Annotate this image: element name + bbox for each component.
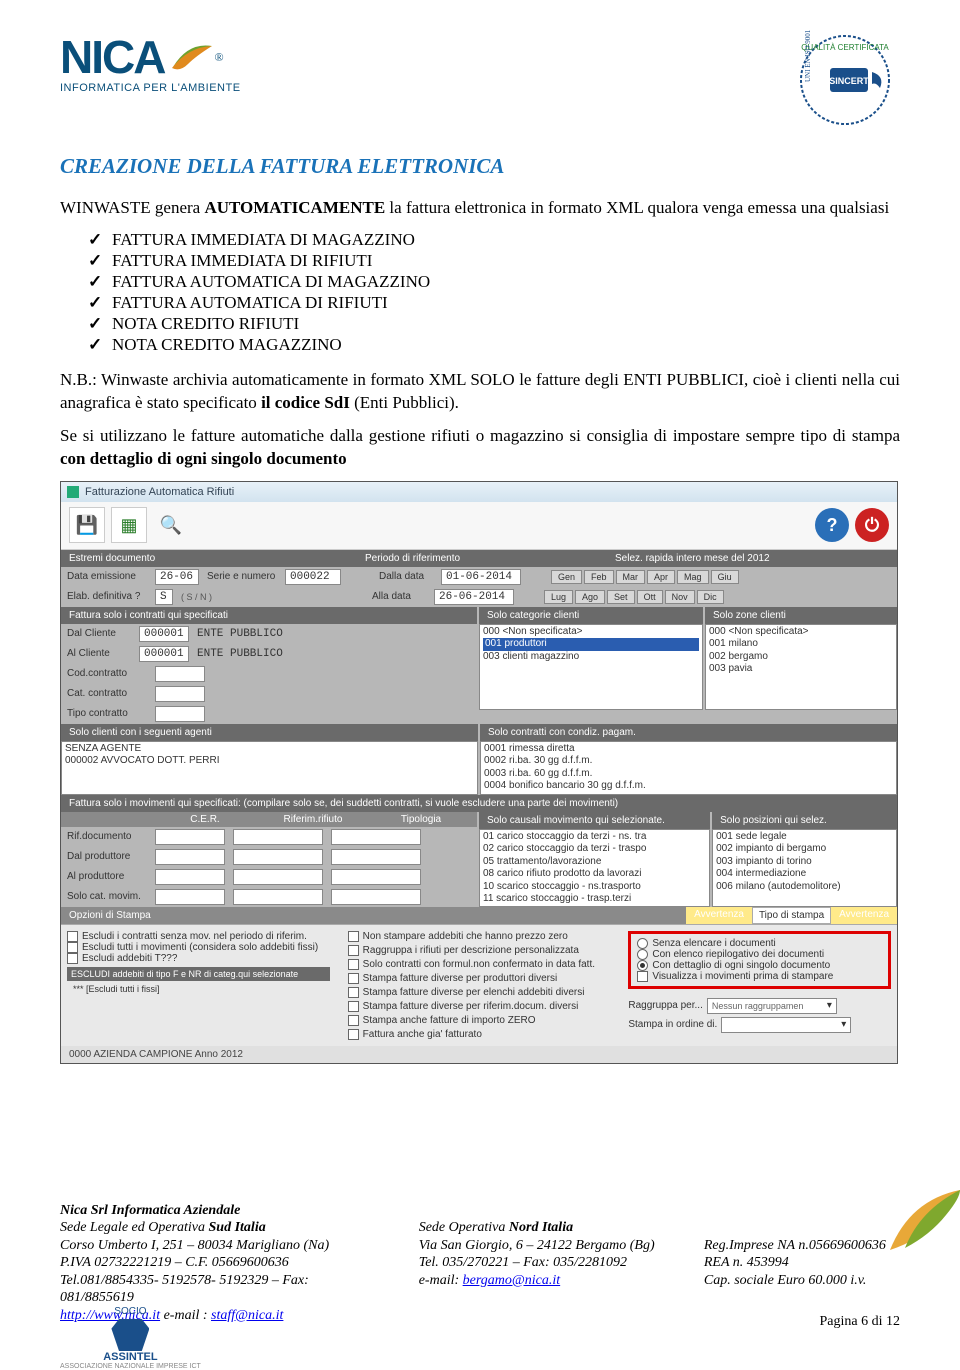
- month-button[interactable]: Ago: [575, 590, 605, 604]
- excel-icon[interactable]: ▦: [111, 507, 147, 543]
- radio-option[interactable]: Con elenco riepilogativo dei documenti: [637, 949, 882, 960]
- causali-listbox[interactable]: 01 carico stoccaggio da terzi - ns. tra0…: [479, 829, 710, 907]
- search-icon[interactable]: 🔍: [153, 507, 189, 543]
- month-button[interactable]: Mar: [616, 570, 646, 584]
- page-header: NICA ® INFORMATICA PER L'AMBIENTE QUALIT…: [0, 0, 960, 140]
- checkbox-option[interactable]: Stampa anche fatture di importo ZERO: [348, 1015, 611, 1026]
- checklist-item: FATTURA AUTOMATICA DI MAGAZZINO: [88, 272, 900, 292]
- to-date-input[interactable]: 26-06-2014: [434, 589, 514, 605]
- category-listbox[interactable]: 000 <Non specificata>001 produttori003 c…: [479, 624, 703, 710]
- elab-label: Elab. definitiva ?: [67, 591, 147, 602]
- advice-paragraph: Se si utilizzano le fatture automatiche …: [60, 425, 900, 471]
- company-name: Nica Srl Informatica Aziendale: [60, 1202, 900, 1220]
- month-button[interactable]: Nov: [665, 590, 695, 604]
- intro-paragraph: WINWASTE genera AUTOMATICAMENTE la fattu…: [60, 197, 900, 220]
- svg-text:UNI EN ISO 9001/2008: UNI EN ISO 9001/2008: [804, 30, 812, 82]
- to-client-code[interactable]: 000001: [139, 646, 189, 662]
- power-icon[interactable]: ⏻: [855, 508, 889, 542]
- logo-nica: NICA ® INFORMATICA PER L'AMBIENTE: [60, 30, 241, 94]
- checkbox-option[interactable]: Stampa fatture diverse per produttori di…: [348, 973, 611, 984]
- toolbar: 💾 ▦ 🔍 ? ⏻: [61, 502, 897, 550]
- checkbox-option[interactable]: Solo contratti con formul.non confermato…: [348, 959, 611, 970]
- month-button[interactable]: Ott: [637, 590, 663, 604]
- to-client-name: ENTE PUBBLICO: [197, 648, 283, 660]
- from-client-label: Dal Cliente: [67, 628, 131, 639]
- document-body: CREAZIONE DELLA FATTURA ELETTRONICA WINW…: [0, 154, 960, 1064]
- to-date-label: Alla data: [372, 591, 426, 602]
- checklist-item: NOTA CREDITO RIFIUTI: [88, 314, 900, 334]
- radio-option[interactable]: Senza elencare i documenti: [637, 938, 882, 949]
- to-client-label: Al Cliente: [67, 648, 131, 659]
- series-input[interactable]: 000022: [285, 569, 341, 585]
- checklist-item: FATTURA AUTOMATICA DI RIFIUTI: [88, 293, 900, 313]
- agents-listbox[interactable]: SENZA AGENTE000002 AVVOCATO DOTT. PERRI: [61, 741, 478, 795]
- nb-paragraph: N.B.: Winwaste archivia automaticamente …: [60, 369, 900, 415]
- leaf-decoration-icon: [870, 1180, 960, 1270]
- help-icon[interactable]: ?: [815, 508, 849, 542]
- from-client-name: ENTE PUBBLICO: [197, 628, 283, 640]
- checkbox-option[interactable]: Raggruppa i rifiuti per descrizione pers…: [348, 945, 611, 956]
- leaf-icon: [168, 42, 214, 72]
- checkbox-option[interactable]: Stampa fatture diverse per elenchi addeb…: [348, 987, 611, 998]
- email-bergamo-link[interactable]: bergamo@nica.it: [463, 1273, 561, 1288]
- payment-listbox[interactable]: 0001 rimessa diretta0002 ri.ba. 30 gg d.…: [480, 741, 897, 795]
- logo-subtitle: INFORMATICA PER L'AMBIENTE: [60, 82, 241, 94]
- date-emission-input[interactable]: 26-06: [155, 569, 199, 585]
- from-client-code[interactable]: 000001: [139, 626, 189, 642]
- checkbox-option[interactable]: Stampa fatture diverse per riferim.docum…: [348, 1001, 611, 1012]
- month-button[interactable]: Dic: [697, 590, 724, 604]
- month-button[interactable]: Apr: [647, 570, 675, 584]
- window-icon: [67, 486, 79, 498]
- month-button[interactable]: Gen: [551, 570, 582, 584]
- checklist-item: NOTA CREDITO MAGAZZINO: [88, 335, 900, 355]
- groupby-dropdown[interactable]: Nessun raggruppamen▾: [707, 998, 837, 1014]
- date-emission-label: Data emissione: [67, 571, 147, 582]
- from-date-label: Dalla data: [379, 571, 433, 582]
- month-button[interactable]: Mag: [677, 570, 709, 584]
- series-label: Serie e numero: [207, 571, 277, 582]
- iso-cert-seal: QUALITÀ CERTIFICATA UNI EN ISO 9001/2008…: [790, 30, 900, 130]
- window-titlebar: Fatturazione Automatica Rifiuti: [61, 482, 897, 502]
- month-button[interactable]: Giu: [711, 570, 739, 584]
- checkbox-option[interactable]: Fattura anche gia' fatturato: [348, 1029, 611, 1040]
- checkbox-option[interactable]: Visualizza i movimenti prima di stampare: [637, 971, 882, 982]
- window-title: Fatturazione Automatica Rifiuti: [85, 486, 234, 498]
- checklist-item: FATTURA IMMEDIATA DI MAGAZZINO: [88, 230, 900, 250]
- svg-text:QUALITÀ CERTIFICATA: QUALITÀ CERTIFICATA: [801, 43, 889, 52]
- checkbox-option[interactable]: Non stampare addebiti che hanno prezzo z…: [348, 931, 611, 942]
- checkbox-option[interactable]: Escludi i contratti senza mov. nel perio…: [67, 931, 330, 942]
- assintel-logo: SOCIO ASSINTEL ASSOCIAZIONE NAZIONALE IM…: [60, 1306, 201, 1370]
- save-icon[interactable]: 💾: [69, 507, 105, 543]
- checkbox-option[interactable]: Escludi tutti i movimenti (considera sol…: [67, 942, 330, 953]
- svg-text:SINCERT: SINCERT: [829, 76, 869, 86]
- section-title: CREAZIONE DELLA FATTURA ELETTRONICA: [60, 154, 900, 179]
- checklist-item: FATTURA IMMEDIATA DI RIFIUTI: [88, 251, 900, 271]
- radio-option[interactable]: Con dettaglio di ogni singolo documento: [637, 960, 882, 971]
- status-bar: 0000 AZIENDA CAMPIONE Anno 2012: [61, 1046, 897, 1063]
- reg-mark: ®: [214, 50, 223, 65]
- email-staff-link[interactable]: staff@nica.it: [211, 1308, 283, 1323]
- checkbox-option[interactable]: Escludi addebiti T???: [67, 953, 330, 964]
- zone-listbox[interactable]: 000 <Non specificata>001 milano002 berga…: [705, 624, 897, 710]
- print-type-highlight: Senza elencare i documentiCon elenco rie…: [628, 931, 891, 989]
- from-date-input[interactable]: 01-06-2014: [441, 569, 521, 585]
- elab-input[interactable]: S: [155, 589, 173, 605]
- logo-text: NICA: [60, 30, 164, 84]
- section-headers: Estremi documento Periodo di riferimento…: [61, 550, 897, 567]
- month-button[interactable]: Feb: [584, 570, 614, 584]
- month-button[interactable]: Lug: [544, 590, 573, 604]
- page-number: Pagina 6 di 12: [820, 1314, 901, 1330]
- app-screenshot: Fatturazione Automatica Rifiuti 💾 ▦ 🔍 ? …: [60, 481, 898, 1064]
- posizioni-listbox[interactable]: 001 sede legale002 impianto di bergamo00…: [712, 829, 897, 907]
- orderby-dropdown[interactable]: ▾: [721, 1017, 851, 1033]
- print-options-panel: Escludi i contratti senza mov. nel perio…: [61, 924, 897, 1046]
- month-button[interactable]: Set: [607, 590, 635, 604]
- doc-type-checklist: FATTURA IMMEDIATA DI MAGAZZINOFATTURA IM…: [88, 230, 900, 355]
